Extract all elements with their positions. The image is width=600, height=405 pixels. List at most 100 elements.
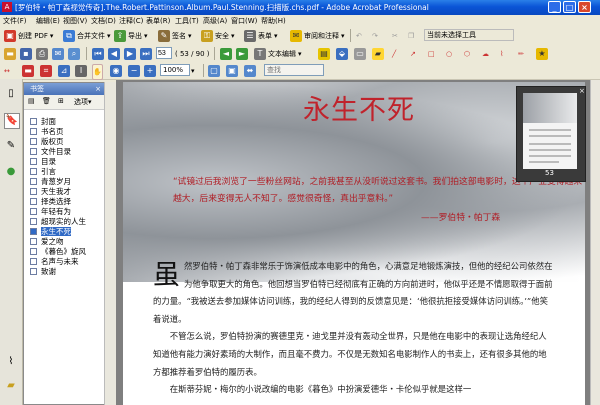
combine-icon: ⧉ [63, 30, 75, 42]
bookmark-item[interactable]: 《暮色》旋风 [24, 247, 106, 257]
rectangle-button[interactable]: □ [428, 47, 435, 61]
actual-size-button[interactable]: ▢ [208, 64, 220, 78]
secure-button[interactable]: ⚿ 安全 ▾ [201, 29, 235, 43]
undo-button[interactable]: ↶ [356, 29, 362, 43]
bookmark-item[interactable]: 年轻有为 [24, 207, 106, 217]
zoom-in-button[interactable]: + [144, 64, 156, 78]
menu-edit[interactable]: 编辑(E) [36, 15, 60, 27]
text-edit-button[interactable]: T 文本编辑 ▾ [254, 47, 302, 61]
search-button[interactable]: ⌕ [68, 47, 80, 61]
bookmark-item[interactable]: 书名页 [24, 127, 106, 137]
first-page-button[interactable]: ⏮ [92, 47, 104, 61]
measure-button[interactable]: ⊿ [58, 64, 70, 78]
bookmark-item[interactable]: 青葱岁月 [24, 177, 106, 187]
pencil-button[interactable]: ✏ [518, 47, 524, 61]
bookmark-item[interactable]: 天生我才 [24, 187, 106, 197]
hand-tool-button[interactable]: ✋ [92, 64, 103, 80]
previous-icon: ◀ [108, 48, 120, 60]
bookmark-item[interactable]: 名声与未来 [24, 257, 106, 267]
line-button[interactable]: ╱ [392, 47, 396, 61]
create-pdf-button[interactable]: ▣ 创建 PDF ▾ [4, 29, 53, 43]
menu-document[interactable]: 文档(D) [91, 15, 116, 27]
highlight-button[interactable]: ▰ [372, 47, 384, 61]
delete-bookmark-icon[interactable]: 🗑 [42, 97, 51, 105]
bookmark-item[interactable]: 版权页 [24, 137, 106, 147]
comments-icon[interactable]: ▰ [4, 379, 18, 393]
note-button[interactable]: ▤ [318, 47, 330, 61]
stamp-button[interactable]: ⬙ [336, 47, 348, 61]
menu-advanced[interactable]: 高级(A) [203, 15, 227, 27]
bookmark-item[interactable]: 封面 [24, 117, 106, 127]
print-button[interactable]: ⎙ [36, 47, 48, 61]
bookmarks-icon[interactable]: 🔖 [4, 113, 20, 129]
last-page-button[interactable]: ⏭ [140, 47, 152, 61]
close-icon[interactable]: × [95, 83, 101, 95]
combine-files-button[interactable]: ⧉ 合并文件 ▾ [63, 29, 111, 43]
copy-button[interactable]: ❐ [408, 29, 414, 43]
polyline-button[interactable]: ⌇ [500, 47, 503, 61]
page-number-input[interactable] [156, 47, 172, 59]
bookmarks-scrollbar[interactable] [104, 82, 116, 405]
back-button[interactable]: ◄ [220, 47, 232, 61]
forms-button[interactable]: ☰ 表单 ▾ [244, 29, 278, 43]
menu-tools[interactable]: 工具(T) [175, 15, 199, 27]
menu-window[interactable]: 窗口(W) [231, 15, 257, 27]
close-button[interactable]: × [578, 1, 591, 13]
arrow-button[interactable]: ↗ [410, 47, 416, 61]
maximize-button[interactable]: □ [563, 1, 576, 13]
bookmark-item[interactable]: 致谢 [24, 267, 106, 277]
bookmark-item[interactable]: 超现实的人生 [24, 217, 106, 227]
fit-width-button[interactable]: ⬌ [244, 64, 256, 78]
bookmark-item[interactable]: 永生不死 [24, 227, 106, 237]
pages-icon[interactable]: ▯ [4, 87, 18, 101]
cloud-button[interactable]: ☁ [482, 47, 489, 61]
bookmarks-panel: 书签 × ▤ 🗑 ⊞ 选项▾ 封面 书名页 版权页 文件目录 目录 引言 青葱岁月 天生我才择… [23, 82, 105, 405]
zoom-out-button[interactable]: − [128, 64, 140, 78]
next-page-button[interactable]: ▶ [124, 47, 136, 61]
select-text-button[interactable]: I [75, 64, 87, 78]
menu-view[interactable]: 视图(V) [63, 15, 87, 27]
bookmark-item[interactable]: 目录 [24, 157, 106, 167]
menu-help[interactable]: 帮助(H) [261, 15, 286, 27]
show-button[interactable]: ★ [536, 47, 548, 61]
attachments-icon[interactable]: ⌇ [4, 355, 18, 369]
menu-forms[interactable]: 表单(R) [146, 15, 170, 27]
open-button[interactable]: ▬ [4, 47, 16, 61]
bookmark-options-menu[interactable]: 选项▾ [74, 97, 92, 107]
zoom-dropdown[interactable]: ▾ [191, 64, 195, 78]
help-icon[interactable]: ● [4, 165, 18, 179]
new-bookmark-icon[interactable]: ▤ [28, 97, 35, 105]
email-button[interactable]: ✉ [52, 47, 64, 61]
sign-button[interactable]: ✎ 签名 ▾ [158, 29, 192, 43]
menu-comments[interactable]: 注释(C) [119, 15, 143, 27]
bookmark-item[interactable]: 择类选择 [24, 197, 106, 207]
oval-button[interactable]: ○ [446, 47, 452, 61]
zoom-level-input[interactable]: 100% [160, 64, 190, 76]
bookmark-item[interactable]: 爱之吻 [24, 237, 106, 247]
close-icon[interactable]: × [579, 87, 585, 95]
page-thumbnail[interactable] [523, 93, 577, 169]
bookmark-item[interactable]: 引言 [24, 167, 106, 177]
fit-page-icon: ▣ [226, 65, 238, 77]
polygon-button[interactable]: ⬡ [464, 47, 470, 61]
text-box-button[interactable]: ▭ [354, 47, 366, 61]
cut-button[interactable]: ✂ [392, 29, 398, 43]
redact-button[interactable]: ▬ [22, 64, 34, 78]
signatures-icon[interactable]: ✎ [4, 139, 18, 153]
export-button[interactable]: ⇪ 导出 ▾ [114, 29, 148, 43]
snapshot-button[interactable]: ◉ [110, 64, 122, 78]
forward-button[interactable]: ► [236, 47, 248, 61]
review-comment-button[interactable]: ✉ 审阅和注释 ▾ [290, 29, 345, 43]
redo-button[interactable]: ↷ [372, 29, 378, 43]
line-tool-button[interactable]: ↔ [4, 64, 10, 78]
expand-bookmark-icon[interactable]: ⊞ [58, 97, 64, 105]
menu-file[interactable]: 文件(F) [3, 15, 27, 27]
bookmark-item[interactable]: 文件目录 [24, 147, 106, 157]
previous-page-button[interactable]: ◀ [108, 47, 120, 61]
fit-page-button[interactable]: ▣ [226, 64, 238, 78]
save-button[interactable]: ▪ [20, 47, 32, 61]
document-scrollbar[interactable] [590, 80, 600, 405]
crop-button[interactable]: ⌗ [40, 64, 52, 78]
find-input[interactable] [264, 64, 324, 76]
minimize-button[interactable]: _ [548, 1, 561, 13]
